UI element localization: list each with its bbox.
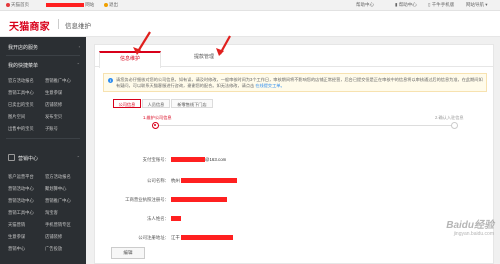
arrow-annotation-2 bbox=[216, 35, 231, 56]
baidu-watermark: Baidu经验 jingyan.baidu.com bbox=[446, 220, 494, 237]
annotation-arrows bbox=[133, 31, 231, 56]
arrow-annotation-1 bbox=[133, 31, 151, 55]
